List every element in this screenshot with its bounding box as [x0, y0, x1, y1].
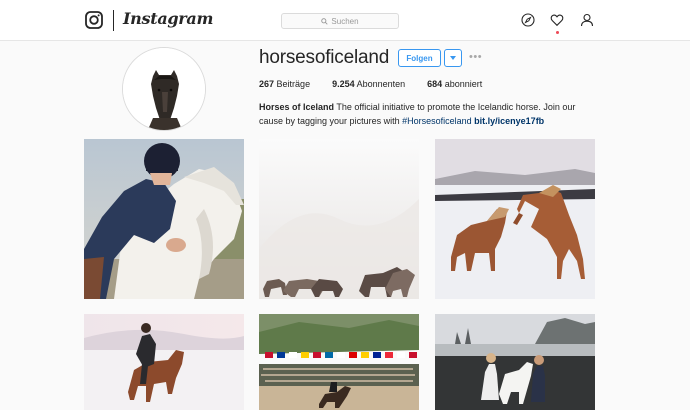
more-options-icon[interactable]: ••• [469, 51, 482, 63]
logo-divider [113, 10, 114, 31]
instagram-glyph-icon[interactable] [85, 11, 103, 29]
followers-stat[interactable]: 9.254 Abonnenten [332, 79, 405, 89]
posts-count: 267 [259, 79, 275, 89]
search-placeholder: Suchen [331, 16, 359, 26]
search-input[interactable]: Suchen [281, 13, 399, 29]
post-thumbnail-1[interactable] [84, 139, 244, 299]
followers-label: Abonnenten [356, 79, 406, 89]
following-label: abonniert [444, 79, 483, 89]
instagram-wordmark[interactable]: Instagram [123, 9, 213, 28]
bio-name: Horses of Iceland [259, 102, 335, 112]
notification-dot [556, 31, 559, 34]
posts-stat: 267 Beiträge [259, 79, 310, 89]
caret-down-icon [450, 56, 456, 60]
suggestions-dropdown-button[interactable] [444, 49, 462, 67]
person-icon[interactable] [580, 13, 594, 27]
post-thumbnail-3[interactable] [435, 139, 595, 299]
search-icon [321, 17, 329, 25]
profile-avatar[interactable] [122, 47, 206, 131]
following-stat[interactable]: 684 abonniert [427, 79, 482, 89]
followers-count: 9.254 [332, 79, 355, 89]
post-thumbnail-6[interactable] [435, 314, 595, 410]
post-thumbnail-2[interactable] [259, 139, 419, 299]
follow-button[interactable]: Folgen [398, 49, 441, 67]
posts-label: Beiträge [276, 79, 311, 89]
compass-icon[interactable] [521, 13, 535, 27]
profile-username: horsesoficeland [259, 47, 390, 68]
post-thumbnail-4[interactable] [84, 314, 244, 410]
profile-bio: Horses of Iceland The official initiativ… [259, 100, 589, 128]
following-count: 684 [427, 79, 443, 89]
profile-stats: 267 Beiträge 9.254 Abonnenten 684 abonni… [259, 79, 504, 89]
heart-icon[interactable] [550, 13, 564, 27]
bio-hashtag-link[interactable]: #Horsesoficeland [402, 116, 472, 126]
top-navigation-bar: Instagram Suchen [0, 0, 690, 41]
post-thumbnail-5[interactable] [259, 314, 419, 410]
bio-website-link[interactable]: bit.ly/icenye17fb [474, 116, 544, 126]
